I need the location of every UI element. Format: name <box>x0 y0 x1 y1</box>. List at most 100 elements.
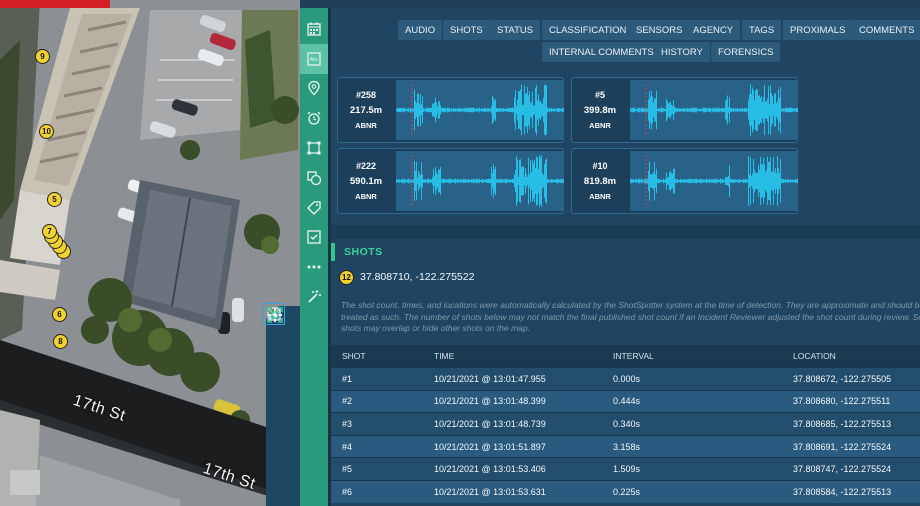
location-pin-icon[interactable] <box>300 74 328 104</box>
tab-comments[interactable]: COMMENTS <box>852 20 920 40</box>
section-title: SHOTS <box>344 246 383 258</box>
text-block-icon[interactable]: Abc <box>300 43 328 74</box>
audio-waveform[interactable] <box>630 151 798 211</box>
zoom-out-icon[interactable] <box>268 314 296 470</box>
sensor-status: ABNR <box>355 121 377 130</box>
sidebar-icon-rail: Abc <box>300 8 328 506</box>
shot-marker-cluster[interactable]: 7 <box>42 224 74 262</box>
sensor-info: #5 399.8m ABNR <box>572 78 628 142</box>
cell-time: 10/21/2021 @ 13:01:51.897 <box>434 441 546 452</box>
sensor-id: #222 <box>355 161 377 171</box>
cell-time: 10/21/2021 @ 13:01:48.399 <box>434 396 546 407</box>
table-row[interactable]: #5 10/21/2021 @ 13:01:53.406 1.509s 37.8… <box>331 457 920 480</box>
incident-marker[interactable]: 12 <box>339 269 354 285</box>
svg-text:Abc: Abc <box>310 57 319 63</box>
audio-waveform[interactable] <box>396 80 564 140</box>
cell-interval: 0.444s <box>613 396 641 407</box>
column-header-shot[interactable]: SHOT <box>331 351 434 361</box>
tag-icon[interactable] <box>300 193 328 223</box>
sensor-distance: 217.5m <box>349 105 383 116</box>
column-header-location[interactable]: LOCATION <box>793 351 920 361</box>
cell-location: 37.808747, -122.275524 <box>793 464 892 475</box>
cell-interval: 0.000s <box>613 373 641 384</box>
cell-time: 10/21/2021 @ 13:01:48.739 <box>434 418 546 429</box>
cell-location: 37.808584, -122.275513 <box>793 486 892 497</box>
table-row[interactable]: #3 10/21/2021 @ 13:01:48.739 0.340s 37.8… <box>331 412 920 435</box>
audio-waveform[interactable] <box>630 80 798 140</box>
table-row[interactable]: #4 10/21/2021 @ 13:01:51.897 3.158s 37.8… <box>331 434 920 458</box>
column-header-time[interactable]: TIME <box>434 351 613 361</box>
sensor-info: #258 217.5m ABNR <box>338 78 394 142</box>
tab-tags[interactable]: TAGS <box>742 20 782 40</box>
cell-time: 10/21/2021 @ 13:01:53.406 <box>434 464 546 475</box>
header-red-bar <box>0 0 110 8</box>
map-layers-icon[interactable] <box>263 303 296 406</box>
waveform-graphic <box>396 84 564 136</box>
pin-drop-icon[interactable] <box>269 308 296 374</box>
column-header-interval[interactable]: INTERVAL <box>613 351 793 361</box>
calendar-icon[interactable] <box>300 14 328 44</box>
sensor-distance: 819.8m <box>583 176 617 187</box>
tab-audio[interactable]: AUDIO <box>398 20 443 40</box>
sensor-id: #10 <box>592 161 608 171</box>
sensor-waveform-card[interactable]: #5 399.8m ABNR <box>571 77 798 143</box>
cell-interval: 3.158s <box>613 441 641 452</box>
shot-marker[interactable]: 6 <box>52 307 67 322</box>
sensor-waveform-card[interactable]: #10 819.8m ABNR <box>571 148 798 214</box>
cell-shot: #3 <box>342 418 353 429</box>
table-row[interactable]: #2 10/21/2021 @ 13:01:48.399 0.444s 37.8… <box>331 389 920 413</box>
cell-location: 37.808680, -122.275511 <box>793 396 891 407</box>
shot-marker[interactable]: 9 <box>35 49 50 64</box>
sensor-status: ABNR <box>589 192 611 201</box>
tab-classification[interactable]: CLASSIFICATION <box>542 20 634 40</box>
section-accent-bar <box>331 243 335 261</box>
magic-wand-icon[interactable] <box>300 282 328 312</box>
tab-history[interactable]: HISTORY <box>654 42 710 62</box>
tab-agency[interactable]: AGENCY <box>686 20 741 40</box>
sensor-waveform-card[interactable]: #258 217.5m ABNR <box>337 77 564 143</box>
sensor-info: #10 819.8m ABNR <box>572 149 628 213</box>
cell-time: 10/21/2021 @ 13:01:47.955 <box>434 373 546 384</box>
cell-interval: 0.340s <box>613 418 641 429</box>
cell-interval: 0.225s <box>613 486 641 497</box>
sensor-info: #222 590.1m ABNR <box>338 149 394 213</box>
polygon-icon[interactable] <box>300 133 328 163</box>
shot-marker[interactable]: 8 <box>53 334 68 349</box>
checkbox-icon[interactable] <box>300 223 328 253</box>
tab-sensors[interactable]: SENSORS <box>629 20 690 40</box>
sensor-status: ABNR <box>355 192 377 201</box>
table-row[interactable]: #6 10/21/2021 @ 13:01:53.631 0.225s 37.8… <box>331 479 920 503</box>
waveform-graphic <box>630 84 798 136</box>
tab-forensics[interactable]: FORENSICS <box>711 42 781 62</box>
sensor-waveform-card[interactable]: #222 590.1m ABNR <box>337 148 564 214</box>
tab-internal-comments[interactable]: INTERNAL COMMENTS <box>542 42 661 62</box>
shapes-icon[interactable] <box>300 163 328 193</box>
incident-panel: AUDIO SHOTS STATUS CLASSIFICATION SENSOR… <box>331 8 920 506</box>
alarm-icon[interactable] <box>300 103 328 133</box>
cell-location: 37.808691, -122.275524 <box>793 441 892 452</box>
audio-waveform[interactable] <box>396 151 564 211</box>
shots-section-header: SHOTS <box>331 240 920 266</box>
sensor-distance: 399.8m <box>583 105 617 116</box>
shot-marker[interactable]: 10 <box>39 124 54 139</box>
zoom-in-icon[interactable] <box>268 308 296 438</box>
more-icon[interactable] <box>300 252 328 282</box>
cell-interval: 1.509s <box>613 464 641 475</box>
satellite-map[interactable]: 17th St 17th St 9 10 5 7 6 8 <box>0 0 300 506</box>
fit-bounds-icon[interactable] <box>267 307 296 502</box>
cell-location: 37.808685, -122.275513 <box>793 418 892 429</box>
sensor-id: #5 <box>594 90 605 100</box>
tab-proximals[interactable]: PROXIMALS <box>783 20 853 40</box>
waveform-graphic <box>630 155 798 207</box>
shots-table: SHOT TIME INTERVAL LOCATION #1 10/21/202… <box>331 345 920 503</box>
disclaimer-text: The shot count, times, and locations wer… <box>341 300 920 333</box>
tab-shots[interactable]: SHOTS <box>443 20 490 40</box>
table-row[interactable]: #1 10/21/2021 @ 13:01:47.955 0.000s 37.8… <box>331 367 920 390</box>
tab-status[interactable]: STATUS <box>490 20 541 40</box>
sensor-status: ABNR <box>589 121 611 130</box>
cell-shot: #4 <box>342 441 353 452</box>
cell-shot: #5 <box>342 464 353 475</box>
sensor-id: #258 <box>355 90 377 100</box>
shot-marker[interactable]: 7 <box>42 224 57 239</box>
shot-marker[interactable]: 5 <box>47 192 62 207</box>
